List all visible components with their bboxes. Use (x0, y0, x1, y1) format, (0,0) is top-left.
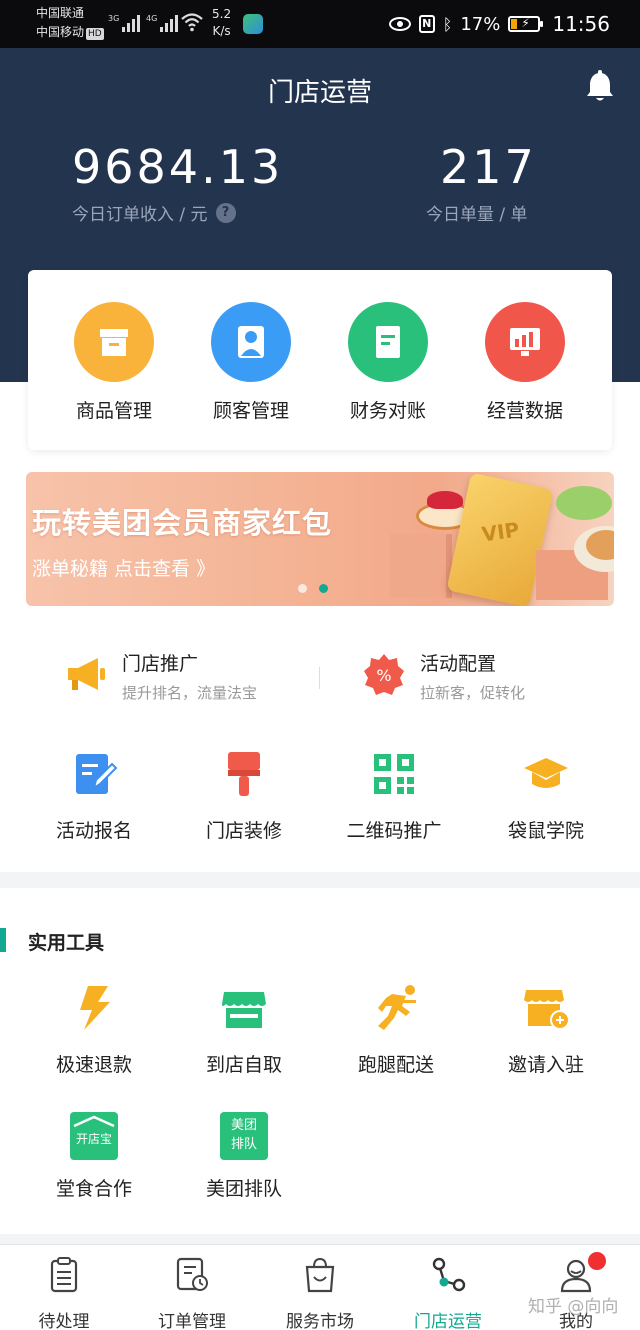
hd-badge: HD (86, 28, 104, 40)
battery-percent: 17% (460, 13, 501, 35)
storefront-icon (222, 992, 266, 1028)
activity-signup-label: 活动报名 (55, 820, 132, 842)
carrier-label-1: 中国联通 (36, 6, 85, 20)
dine-in-cooperation-button[interactable]: 开店宝 堂食合作 (14, 1112, 174, 1201)
divider (319, 667, 320, 689)
clock: 11:56 (552, 12, 610, 36)
store-promotion-button[interactable]: 门店推广 提升排名，流量法宝 (64, 652, 257, 703)
eye-comfort-icon (388, 17, 411, 31)
box-icon (74, 302, 154, 382)
clipboard-icon (50, 1257, 78, 1293)
kangaroo-academy-label: 袋鼠学院 (507, 820, 584, 842)
income-label: 今日订单收入 / 元 ? (72, 200, 236, 225)
product-management-button[interactable]: 商品管理 (54, 302, 174, 423)
management-card: 商品管理 顾客管理 财务对账 经营数据 (28, 270, 612, 450)
tab-store-operations-label: 门店运营 (414, 1312, 482, 1330)
help-icon[interactable]: ? (215, 202, 236, 223)
customer-management-label: 顾客管理 (212, 400, 289, 422)
income-value[interactable]: 9684.13 (72, 140, 283, 194)
tab-order-management-label: 订单管理 (158, 1312, 226, 1330)
tab-service-market-label: 服务市场 (286, 1312, 354, 1330)
banner-decoration (390, 534, 452, 598)
signal-icon: 4G (146, 14, 179, 32)
product-management-label: 商品管理 (75, 400, 152, 422)
store-decoration-button[interactable]: 门店装修 (164, 750, 324, 843)
section-accent-bar (0, 928, 6, 952)
shopping-bag-icon (305, 1257, 335, 1293)
finance-reconcile-button[interactable]: 财务对账 (328, 302, 448, 423)
activity-config-button[interactable]: % 活动配置 拉新客，促转化 (362, 652, 525, 703)
edit-form-icon (76, 754, 118, 794)
activity-signup-button[interactable]: 活动报名 (14, 750, 174, 843)
meituan-queue-icon: 美团排队 (220, 1112, 268, 1160)
activity-config-title: 活动配置 (420, 653, 497, 675)
tab-store-operations[interactable]: 门店运营 (384, 1257, 512, 1330)
user-icon (211, 302, 291, 382)
graduation-cap-icon (524, 758, 568, 788)
meituan-queue-button[interactable]: 美团排队 美团排队 (164, 1112, 324, 1201)
tab-pending[interactable]: 待处理 (0, 1257, 128, 1330)
vegetable-image (556, 486, 612, 520)
errand-delivery-label: 跑腿配送 (357, 1054, 434, 1076)
meituan-queue-label: 美团排队 (205, 1178, 282, 1200)
errand-delivery-button[interactable]: 跑腿配送 (316, 984, 476, 1077)
business-data-label: 经营数据 (486, 400, 563, 422)
orders-label: 今日单量 / 单 (426, 205, 528, 225)
tab-service-market[interactable]: 服务市场 (256, 1257, 384, 1330)
in-store-pickup-label: 到店自取 (205, 1054, 282, 1076)
bottom-tab-bar: 待处理 订单管理 服务市场 门店运营 我的 (0, 1244, 640, 1330)
bluetooth-icon: ᛒ (442, 14, 453, 34)
chart-icon (485, 302, 565, 382)
qrcode-icon (374, 754, 414, 794)
svg-text:%: % (376, 666, 391, 685)
fast-refund-label: 极速退款 (55, 1054, 132, 1076)
wifi-icon (181, 13, 203, 32)
order-list-icon (176, 1257, 208, 1291)
runner-icon (378, 985, 416, 1030)
store-promotion-title: 门店推广 (122, 653, 199, 675)
app-notification-icon (243, 14, 263, 34)
ledger-icon (348, 302, 428, 382)
kangaroo-academy-button[interactable]: 袋鼠学院 (466, 750, 626, 843)
activity-config-subtitle: 拉新客，促转化 (420, 684, 526, 702)
business-data-button[interactable]: 经营数据 (465, 302, 585, 423)
dine-in-cooperation-label: 堂食合作 (55, 1178, 132, 1200)
finance-reconcile-label: 财务对账 (349, 400, 426, 422)
qrcode-promotion-button[interactable]: 二维码推广 (314, 750, 474, 843)
banner-subtitle: 涨单秘籍 点击查看 》 (32, 558, 216, 580)
store-promotion-subtitle: 提升排名，流量法宝 (122, 684, 258, 702)
network-speed: 5.2 K/s (212, 7, 232, 38)
watermark: 知乎 @向向 (528, 1297, 619, 1317)
kaidianbao-icon: 开店宝 (70, 1112, 118, 1160)
orders-value[interactable]: 217 (440, 140, 537, 194)
qrcode-promotion-label: 二维码推广 (346, 820, 442, 842)
store-decoration-label: 门店装修 (205, 820, 282, 842)
discount-icon: % (364, 654, 404, 695)
nfc-icon: N (418, 15, 435, 33)
invite-join-label: 邀请入驻 (507, 1054, 584, 1076)
invite-join-button[interactable]: 邀请入驻 (466, 984, 626, 1077)
page-title: 门店运营 (267, 78, 372, 108)
carousel-indicator[interactable] (298, 584, 328, 593)
battery-icon: ⚡ (508, 16, 544, 32)
signal-icon: 3G (108, 14, 141, 32)
in-store-pickup-button[interactable]: 到店自取 (164, 984, 324, 1077)
tab-order-management[interactable]: 订单管理 (128, 1257, 256, 1330)
tab-pending-label: 待处理 (38, 1312, 90, 1330)
store-add-icon (524, 990, 570, 1030)
status-bar: 中国联通 中国移动 HD 3G 4G 5.2 K/s N ᛒ 17% ⚡ 11:56 (0, 0, 640, 48)
lightning-icon (80, 986, 110, 1030)
nodes-icon (432, 1257, 466, 1292)
notification-badge (588, 1252, 606, 1270)
bell-icon[interactable] (584, 70, 616, 104)
megaphone-icon (68, 658, 105, 690)
customer-management-button[interactable]: 顾客管理 (191, 302, 311, 423)
carrier-label-2: 中国移动 HD (36, 25, 104, 40)
paint-brush-icon (228, 752, 260, 796)
fast-refund-button[interactable]: 极速退款 (14, 984, 174, 1077)
tools-section-title: 实用工具 (28, 932, 105, 954)
banner-title: 玩转美团会员商家红包 (32, 506, 333, 540)
